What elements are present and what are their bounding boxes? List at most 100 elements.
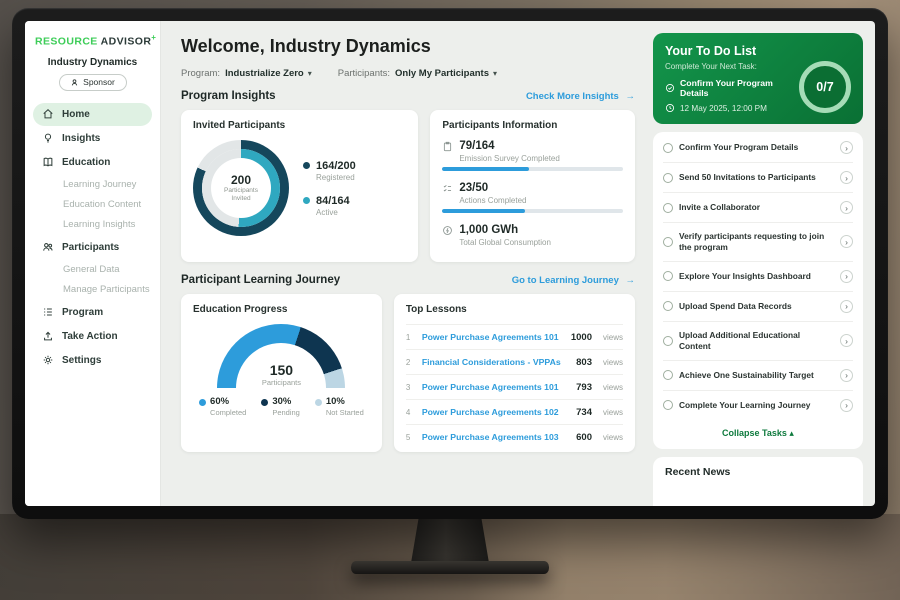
section-title-learning-journey: Participant Learning Journey [181,274,340,286]
task-checkbox[interactable] [663,143,673,153]
lesson-row: 1 Power Purchase Agreements 101 1000 vie… [406,324,623,349]
task-checkbox[interactable] [663,370,673,380]
chevron-right-icon[interactable]: › [840,141,853,154]
task-checkbox[interactable] [663,271,673,281]
todo-task-list: Confirm Your Program Details › Send 50 I… [653,132,863,449]
task-label: Verify participants requesting to join t… [679,231,834,253]
task-row-confirm-program[interactable]: Confirm Your Program Details › [663,133,853,163]
sidebar-item-learning-journey[interactable]: Learning Journey [33,175,152,195]
lesson-link[interactable]: Power Purchase Agreements 102 [422,407,568,417]
collapse-tasks-label: Collapse Tasks [722,428,787,438]
lesson-link[interactable]: Financial Considerations - VPPAs [422,357,568,367]
collapse-tasks-link[interactable]: Collapse Tasks ▴ [663,420,853,448]
task-checkbox[interactable] [663,301,673,311]
task-checkbox[interactable] [663,237,673,247]
stat-emission-survey: 79/164 Emission Survey Completed [442,140,623,171]
page-title: Welcome, Industry Dynamics [181,36,635,57]
task-checkbox[interactable] [663,203,673,213]
brand-plus: + [151,33,156,42]
sidebar-item-program[interactable]: Program [33,301,152,324]
sidebar-item-label: Insights [62,133,100,144]
task-checkbox[interactable] [663,400,673,410]
sidebar-item-participants[interactable]: Participants [33,236,152,259]
program-filter-label: Program: [181,68,220,79]
task-checkbox[interactable] [663,173,673,183]
sidebar-nav: Home Insights Education Learning Journey… [33,103,152,372]
stat-label: Actions Completed [459,196,623,205]
todo-due-date: 12 May 2025, 12:00 PM [665,103,791,113]
emission-survey-progress-bar [442,167,623,171]
sidebar-item-education-content[interactable]: Education Content [33,195,152,215]
chevron-right-icon[interactable]: › [840,369,853,382]
take-action-icon [42,330,54,342]
task-row-upload-educational-content[interactable]: Upload Additional Educational Content › [663,322,853,361]
chevron-right-icon[interactable]: › [840,201,853,214]
lesson-rank: 3 [406,383,414,392]
legend-label: Completed [210,408,246,417]
education-progress-card: Education Progress 150 Participants [181,294,382,452]
chevron-right-icon[interactable]: › [840,235,853,248]
legend-label: Pending [272,408,300,417]
sponsor-badge[interactable]: Sponsor [59,74,127,91]
chevron-down-icon: ▾ [493,69,497,78]
lesson-link[interactable]: Power Purchase Agreements 101 [422,382,568,392]
invited-donut-chart: 200 Participants Invited [193,140,289,236]
app-logo: RESOURCE ADVISOR+ [33,31,152,57]
task-label: Complete Your Learning Journey [679,400,834,411]
caret-up-icon: ▴ [789,428,794,438]
participants-filter-value: Only My Participants [395,68,489,79]
task-row-upload-spend-data[interactable]: Upload Spend Data Records › [663,292,853,322]
sidebar-item-manage-participants[interactable]: Manage Participants [33,280,152,300]
participants-filter[interactable]: Participants: Only My Participants ▾ [338,68,497,79]
stat-value: 23/50 [459,182,488,194]
task-row-complete-learning-journey[interactable]: Complete Your Learning Journey › [663,391,853,420]
task-row-achieve-target[interactable]: Achieve One Sustainability Target › [663,361,853,391]
sidebar-item-settings[interactable]: Settings [33,349,152,372]
legend-dot [315,399,322,406]
sidebar-item-label: Program [62,307,103,318]
lesson-link[interactable]: Power Purchase Agreements 103 [422,432,568,442]
legend-label: Registered [316,173,356,182]
sidebar-item-education[interactable]: Education [33,151,152,174]
lesson-views-unit: views [603,383,623,392]
donut-center: 200 Participants Invited [211,158,271,218]
sidebar-item-insights[interactable]: Insights [33,127,152,150]
program-filter-value: Industrialize Zero [225,68,304,79]
lesson-rank: 4 [406,408,414,417]
sidebar-item-label: Take Action [62,331,118,342]
sidebar-item-take-action[interactable]: Take Action [33,325,152,348]
task-row-verify-participants[interactable]: Verify participants requesting to join t… [663,223,853,262]
sponsor-icon [70,78,79,87]
task-label: Achieve One Sustainability Target [679,370,834,381]
task-row-invite-collaborator[interactable]: Invite a Collaborator › [663,193,853,223]
task-label: Upload Spend Data Records [679,301,834,312]
task-checkbox[interactable] [663,336,673,346]
lesson-views-unit: views [603,433,623,442]
sidebar-item-general-data[interactable]: General Data [33,260,152,280]
legend-dot [261,399,268,406]
chevron-right-icon[interactable]: › [840,399,853,412]
sidebar-item-home[interactable]: Home [33,103,152,126]
task-row-send-invitations[interactable]: Send 50 Invitations to Participants › [663,163,853,193]
todo-panel: Your To Do List Complete Your Next Task:… [651,21,875,506]
recent-news-card: Recent News [653,457,863,506]
lesson-link[interactable]: Power Purchase Agreements 101 [422,332,563,342]
go-to-learning-journey-link[interactable]: Go to Learning Journey → [512,275,635,286]
monitor-bezel: RESOURCE ADVISOR+ Industry Dynamics Spon… [12,8,888,519]
invited-donut-area: 200 Participants Invited 164/200 [193,140,406,236]
program-filter[interactable]: Program: Industrialize Zero ▾ [181,68,312,79]
chevron-right-icon[interactable]: › [840,270,853,283]
chevron-right-icon[interactable]: › [840,171,853,184]
check-more-insights-link[interactable]: Check More Insights → [526,91,635,102]
clock-icon [665,103,675,113]
stat-actions-completed: 23/50 Actions Completed [442,182,623,213]
chevron-right-icon[interactable]: › [840,300,853,313]
card-title: Top Lessons [406,304,623,315]
gauge-center-value: 150 [217,363,345,377]
chevron-right-icon[interactable]: › [840,334,853,347]
filter-bar: Program: Industrialize Zero ▾ Participan… [181,68,635,79]
survey-icon [442,141,453,152]
program-icon [42,306,54,318]
task-row-explore-insights[interactable]: Explore Your Insights Dashboard › [663,262,853,292]
sidebar-item-learning-insights[interactable]: Learning Insights [33,215,152,235]
